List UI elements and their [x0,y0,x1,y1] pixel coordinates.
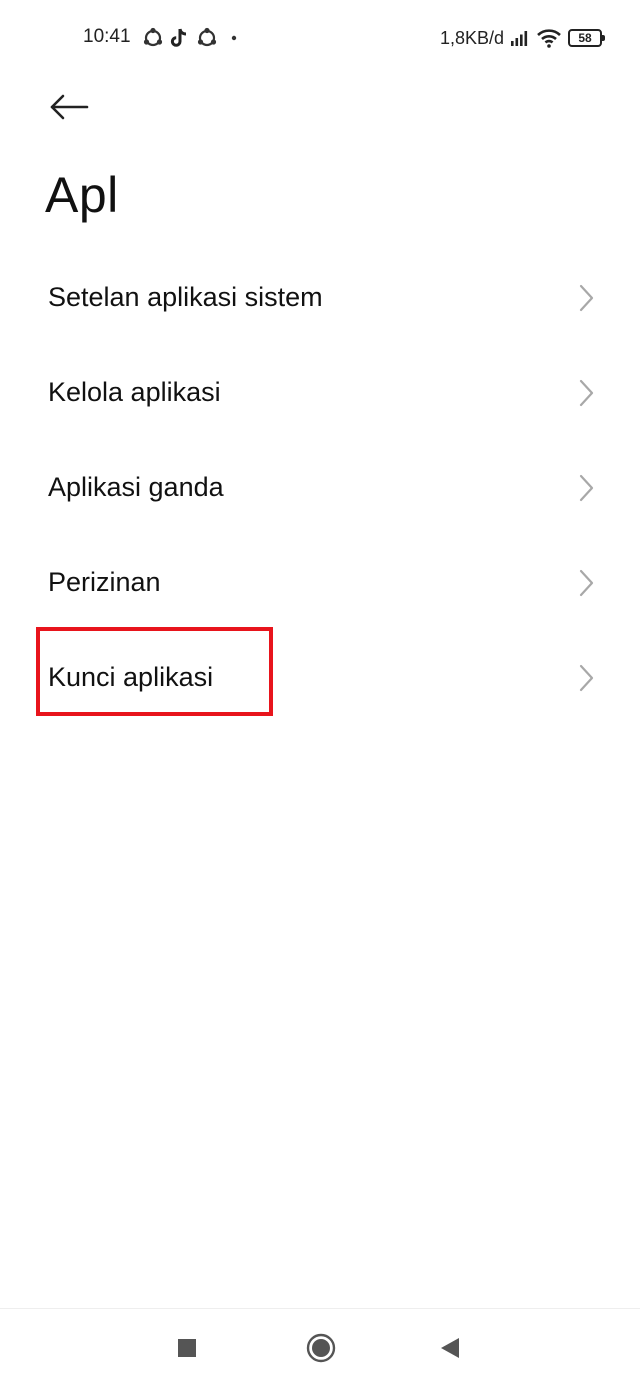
dot-icon [231,35,237,41]
chevron-right-icon [579,569,594,596]
notification-icons [142,26,240,50]
menu-item-manage-apps[interactable]: Kelola aplikasi [0,345,640,440]
system-back-button[interactable] [434,1333,466,1363]
battery-indicator: 58 [568,29,605,47]
recents-button[interactable] [172,1333,202,1363]
signal-icon [511,31,528,46]
sync-icon [197,27,217,47]
tiktok-icon [170,28,187,47]
network-speed: 1,8KB/d [439,27,504,48]
back-triangle-icon [441,1338,459,1358]
menu-item-label: Kunci aplikasi [48,662,214,692]
back-button[interactable] [46,86,92,128]
navigation-bar [0,1308,640,1387]
chevron-right-icon [579,474,594,501]
status-bar: 10:41 1,8KB/d 58 [0,0,640,76]
home-button[interactable] [302,1329,340,1367]
chevron-right-icon [579,379,594,406]
chevron-right-icon [579,664,594,691]
menu-item-label: Kelola aplikasi [48,377,221,407]
recents-icon [178,1339,196,1357]
home-icon [306,1333,336,1363]
menu-item-label: Setelan aplikasi sistem [48,282,323,312]
page-title: Apl [45,167,119,223]
system-status: 1,8KB/d 58 [439,26,605,50]
sync-icon [143,27,163,47]
menu-item-permissions[interactable]: Perizinan [0,535,640,630]
chevron-right-icon [579,284,594,311]
status-time: 10:41 [83,26,131,47]
menu-item-dual-apps[interactable]: Aplikasi ganda [0,440,640,535]
menu-item-app-lock[interactable]: Kunci aplikasi [0,630,640,725]
arrow-left-icon [50,94,89,120]
menu-item-system-app-settings[interactable]: Setelan aplikasi sistem [0,250,640,345]
settings-menu: Setelan aplikasi sistem Kelola aplikasi … [0,250,640,725]
wifi-icon [537,29,561,48]
menu-item-label: Perizinan [48,567,161,597]
battery-level: 58 [578,31,592,45]
menu-item-label: Aplikasi ganda [48,472,224,502]
